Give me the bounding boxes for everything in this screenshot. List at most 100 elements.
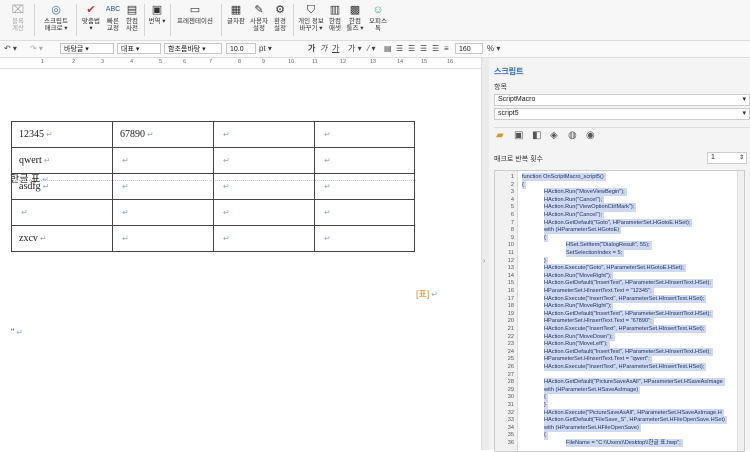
style-select[interactable]: 바탕글 ▾ [60,43,114,54]
table-cell[interactable]: ↵ [213,225,315,252]
panel-divider [494,127,750,128]
user-settings-button[interactable]: ✎ 사용자 설정 [249,3,269,37]
ribbon-divider [34,4,35,36]
zoom-input[interactable]: 160 [455,43,483,54]
italic-icon[interactable]: 가 [320,43,327,55]
stepper-arrows-icon[interactable]: ⇕ [739,153,744,163]
env-settings-button[interactable]: ⚙ 환경 설정 [271,3,289,37]
table-cell[interactable]: ↵ [314,199,415,226]
font-color-icon[interactable]: 가 ▾ [348,43,362,55]
table-cell[interactable]: ↵ [112,225,214,252]
table-cell[interactable]: 12345 ↵ [11,121,113,148]
table-cell[interactable]: ↵ [213,173,315,200]
hancom-assets-button[interactable]: ▥ 한컴 애셋 [327,3,343,37]
quick-correct-button[interactable]: ABC 빠른 교정 [104,3,122,37]
script-macro-button[interactable]: ◎ 스크립트 매크로 ▾ [40,3,72,37]
code-text: SetSelectionIndex = 5; [566,249,625,258]
caption-tag-text: [표] [416,289,430,299]
record-icon[interactable]: ◧ [532,130,541,141]
translate-button[interactable]: ▣ 번역 ▾ [148,3,166,37]
table-cell[interactable]: ↵ [112,147,214,174]
table-cell[interactable]: ↵ [314,121,415,148]
code-text: FileName = "C:\\Users\\Desktop\\한글 표.hwp… [566,439,683,448]
code-scrollbar[interactable] [737,171,744,451]
macro-type-value: ScriptMacro [498,96,536,103]
table-cell[interactable]: ↵ [213,121,315,148]
zoom-unit[interactable]: % ▾ [487,43,500,55]
glyph-table-button[interactable]: ▦ 글자판 [225,3,247,37]
ruler-tick: 5 [159,59,163,65]
ruler-tick: 16 [447,59,454,65]
env-settings-label2: 설정 [274,25,286,32]
table-cell[interactable]: ↵ [112,199,214,226]
table-cell[interactable]: ↵ [112,173,214,200]
font-size-input[interactable]: 10.0 [226,43,256,54]
align-right-icon[interactable]: ☰ [420,43,427,55]
align-justify-icon[interactable]: ▤ [384,43,392,55]
chevron-right-icon[interactable]: › [483,258,485,265]
table-cell[interactable]: zxcv ↵ [11,225,113,252]
script-macro-label2: 매크로 [44,25,63,32]
ruler-tick: 3 [101,59,105,65]
horizontal-ruler[interactable]: 1 2 3 4 5 6 7 8 9 10 11 12 13 14 15 16 [0,58,484,69]
align-center-icon[interactable]: ☰ [408,43,415,55]
privacy-convert-button[interactable]: ⛉ 개인 정보 바꾸기 ▾ [297,3,325,37]
table-cell[interactable]: ↵ [314,173,415,200]
hancom-tools-button[interactable]: ▩ 한컴 툴즈 ▾ [345,3,365,37]
cell-text: 67890 [120,129,145,140]
paragraph-mark: ↵ [223,182,230,191]
font-select[interactable]: 함초롬바탕 ▾ [164,43,222,54]
table-cell[interactable]: ↵ [213,147,315,174]
script-code-editor[interactable]: 1 function OnScriptMacro_script5() 2{3 HAct… [494,170,745,452]
office-tok-button[interactable]: ☺ 오피스 톡 [367,3,389,37]
paragraph-mark: ↵ [223,130,230,139]
table-cell[interactable]: ↵ [314,225,415,252]
document-table[interactable]: 12345 ↵ 67890 ↵ ↵ ↵ qwert ↵ ↵ ↵ ↵ asdfg ↵ ↵ … [11,121,415,252]
run-icon[interactable]: ◈ [550,130,558,141]
paragraph-mark: ↵ [122,182,129,191]
open-folder-icon[interactable]: ▰ [496,130,504,141]
undo-icon[interactable]: ↶ ▾ [4,43,17,55]
privacy-icon: ⛉ [306,4,316,16]
edit-dictionary-label: 한컴 [126,18,138,25]
save-icon[interactable]: ▣ [514,130,523,141]
table-cell[interactable]: ↵ [11,199,113,226]
script-select[interactable]: script5 ▾ [494,108,750,120]
font-value: 함초롬바탕 [168,46,201,53]
redo-icon[interactable]: ↷ ▾ [30,43,43,55]
lang-select[interactable]: 대표 ▾ [117,43,161,54]
block-calc-button[interactable]: ⌧ 블록 계산 [6,3,30,37]
ribbon-divider [293,4,294,36]
code-text: with (HParameterSet.HGotoE) [544,226,622,235]
paragraph-mark: ↵ [324,130,331,139]
align-distribute-icon[interactable]: ☰ [432,43,439,55]
line-spacing-icon[interactable]: ≡ [444,43,449,55]
section-label: 항목 [494,84,507,91]
repeat-count-stepper[interactable]: 1 ⇕ [707,152,747,164]
code-text: { [544,431,548,440]
edit-dictionary-button[interactable]: ▤ 한컴 사전 [124,3,140,37]
ruler-tick: 11 [312,59,318,65]
spellcheck-button[interactable]: ✔ 맞춤법 ▾ [80,3,102,37]
macro-type-select[interactable]: ScriptMacro ▾ [494,94,750,106]
table-cell[interactable]: ↵ [213,199,315,226]
table-cell[interactable]: ↵ [314,147,415,174]
align-left-icon[interactable]: ☰ [396,43,403,55]
bold-icon[interactable]: 가 [308,43,315,55]
translate-label: 번역 [148,18,161,25]
chevron-down-icon: ▾ [742,110,746,117]
delete-icon[interactable]: ◍ [568,130,577,141]
paragraph-mark: ↵ [46,130,53,139]
table-cell[interactable]: 67890 ↵ [112,121,214,148]
paragraph-mark: ↵ [122,156,129,165]
highlight-icon[interactable]: ⁄ ▾ [368,43,376,55]
presentation-button[interactable]: ▭ 프레젠테이션 [174,3,216,37]
table-cell[interactable]: asdfg ↵ [11,173,113,200]
table-cell[interactable]: qwert ↵ [11,147,113,174]
underline-icon[interactable]: 가 [332,43,339,55]
font-size-unit[interactable]: pt ▾ [259,43,272,55]
settings-icon[interactable]: ◉ [586,130,595,141]
table-row: asdfg ↵ ↵ ↵ ↵ [11,173,415,200]
ruler-tick: 10 [288,59,295,65]
ruler-tick: 7 [209,59,213,65]
